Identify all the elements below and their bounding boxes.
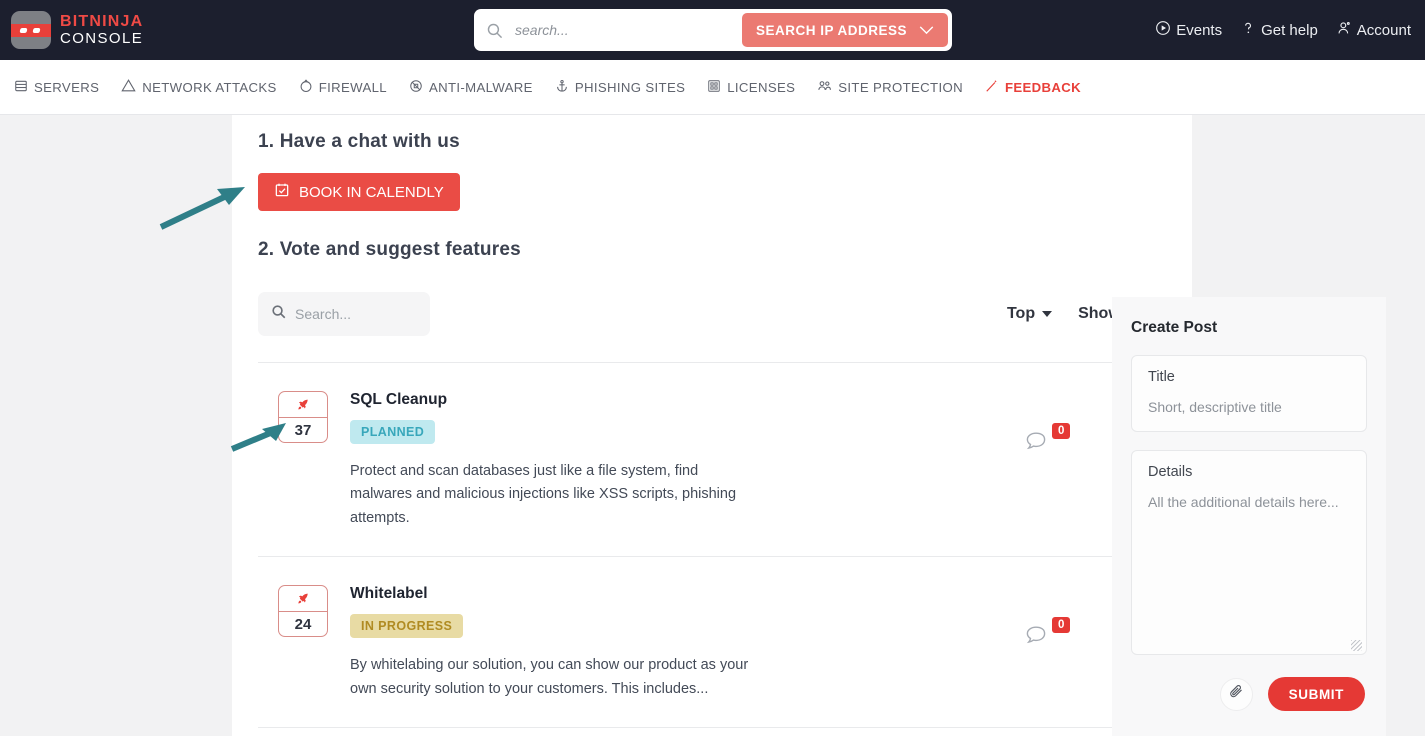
search-icon <box>271 304 286 324</box>
sub-nav: SERVERS NETWORK ATTACKS FIREWALL ANTI-MA… <box>0 60 1425 115</box>
subnav-item-feedback[interactable]: FEEDBACK <box>985 79 1081 96</box>
sort-dropdown[interactable]: Top <box>1006 305 1053 323</box>
post-item: 37 SQL Cleanup PLANNED Protect and scan … <box>258 363 1166 558</box>
details-field[interactable]: Details All the additional details here.… <box>1131 450 1367 655</box>
post-body: SQL Cleanup PLANNED Protect and scan dat… <box>350 391 750 530</box>
post-body: Whitelabel IN PROGRESS By whitelabing ou… <box>350 585 750 701</box>
question-mark-icon <box>1240 20 1256 40</box>
top-nav-label-get-help: Get help <box>1261 21 1318 39</box>
comment-bubble-icon <box>1024 429 1048 458</box>
anchor-icon <box>555 79 569 96</box>
subnav-label-firewall: FIREWALL <box>318 79 387 95</box>
post-item: 24 Whitelabel IN PROGRESS By whitelabing… <box>258 557 1166 729</box>
post-comments[interactable]: 0 <box>1024 423 1071 458</box>
rocket-icon <box>279 586 327 613</box>
post-description: Protect and scan databases just like a f… <box>350 463 737 526</box>
chevron-down-icon <box>1042 311 1053 317</box>
vote-count: 24 <box>294 616 312 634</box>
vote-button[interactable]: 37 <box>278 391 328 443</box>
magic-wand-icon <box>985 79 999 96</box>
subnav-label-anti-malware: ANTI-MALWARE <box>428 79 533 95</box>
create-post-actions: SUBMIT <box>1131 677 1367 711</box>
attach-file-button[interactable] <box>1219 677 1253 711</box>
comment-count-badge: 0 <box>1052 617 1071 634</box>
vote-button[interactable]: 24 <box>278 585 328 638</box>
subnav-label-phishing-sites: PHISHING SITES <box>574 79 686 95</box>
warning-triangle-icon <box>121 78 136 96</box>
step-2-heading: 2. Vote and suggest features <box>258 239 521 260</box>
paperclip-icon <box>1229 684 1244 704</box>
top-nav: Events Get help Account <box>1155 0 1411 60</box>
sort-dropdown-label: Top <box>1006 305 1036 322</box>
status-badge: IN PROGRESS <box>350 614 464 639</box>
subnav-label-network-attacks: NETWORK ATTACKS <box>142 79 277 95</box>
brand-logo[interactable]: BITNINJA CONSOLE <box>11 11 143 49</box>
subnav-label-site-protection: SITE PROTECTION <box>838 79 963 95</box>
details-field-label: Details <box>1148 464 1193 480</box>
details-field-placeholder: All the additional details here... <box>1148 494 1339 510</box>
global-search-bar: SEARCH IP ADDRESS <box>474 9 952 51</box>
post-description: By whitelabing our solution, you can sho… <box>350 657 749 697</box>
top-nav-item-get-help[interactable]: Get help <box>1240 20 1318 40</box>
play-circle-icon <box>1155 20 1171 40</box>
post-search-box <box>258 292 476 336</box>
title-field-placeholder: Short, descriptive title <box>1148 399 1282 415</box>
content-canvas: 1. Have a chat with us BOOK IN CALENDLY … <box>0 115 1425 736</box>
search-ip-address-button[interactable]: SEARCH IP ADDRESS <box>741 13 948 47</box>
search-ip-address-label: SEARCH IP ADDRESS <box>755 22 907 38</box>
book-in-calendly-button[interactable]: BOOK IN CALENDLY <box>258 173 460 211</box>
search-input[interactable] <box>503 9 742 51</box>
page-root: BITNINJA CONSOLE SEARCH IP ADDRESS <box>0 0 1425 736</box>
top-nav-item-events[interactable]: Events <box>1155 20 1222 40</box>
subnav-item-licenses[interactable]: LICENSES <box>707 79 795 96</box>
calendar-check-icon <box>274 182 290 202</box>
comment-bubble-icon <box>1024 623 1048 652</box>
subnav-item-firewall[interactable]: FIREWALL <box>299 78 387 96</box>
rocket-icon <box>279 392 327 418</box>
vote-count: 37 <box>294 422 312 439</box>
bug-shield-icon <box>409 79 423 96</box>
title-field[interactable]: Title Short, descriptive title <box>1131 355 1367 432</box>
subnav-label-feedback: FEEDBACK <box>1004 79 1082 95</box>
brand-subtitle: CONSOLE <box>60 29 144 47</box>
servers-icon <box>14 79 28 96</box>
step-1-heading: 1. Have a chat with us <box>258 131 460 152</box>
search-icon <box>486 22 503 39</box>
comment-count-badge: 0 <box>1052 423 1071 439</box>
user-icon <box>1336 20 1352 40</box>
top-nav-label-events: Events <box>1176 21 1223 39</box>
brand-name: BITNINJA <box>60 13 144 31</box>
status-badge: PLANNED <box>350 420 436 444</box>
post-search-input[interactable] <box>295 306 476 322</box>
grid-icon <box>707 79 721 96</box>
create-post-panel: Create Post Title Short, descriptive tit… <box>1112 297 1386 736</box>
textarea-resize-handle[interactable] <box>1351 640 1362 651</box>
submit-post-button[interactable]: SUBMIT <box>1267 677 1365 711</box>
users-icon <box>817 78 832 96</box>
top-nav-label-account: Account <box>1356 21 1411 39</box>
book-in-calendly-label: BOOK IN CALENDLY <box>299 183 444 201</box>
title-field-label: Title <box>1148 369 1175 385</box>
subnav-item-anti-malware[interactable]: ANTI-MALWARE <box>409 79 533 96</box>
top-nav-item-account[interactable]: Account <box>1336 20 1411 40</box>
subnav-label-servers: SERVERS <box>34 79 100 95</box>
chevron-down-icon <box>919 23 934 38</box>
subnav-item-network-attacks[interactable]: NETWORK ATTACKS <box>121 78 276 96</box>
bitninja-ninja-icon <box>11 11 51 49</box>
content-sheet: 1. Have a chat with us BOOK IN CALENDLY … <box>232 115 1386 736</box>
create-post-heading: Create Post <box>1131 319 1218 336</box>
filter-bar: Top Show all <box>258 292 1166 336</box>
post-comments[interactable]: 0 <box>1024 617 1071 652</box>
post-list: 37 SQL Cleanup PLANNED Protect and scan … <box>258 362 1166 729</box>
subnav-item-site-protection[interactable]: SITE PROTECTION <box>817 78 963 96</box>
subnav-item-phishing-sites[interactable]: PHISHING SITES <box>555 79 685 96</box>
subnav-item-servers[interactable]: SERVERS <box>14 79 99 96</box>
post-title[interactable]: Whitelabel <box>350 585 750 603</box>
firewall-icon <box>299 78 313 96</box>
post-title[interactable]: SQL Cleanup <box>350 391 750 409</box>
top-bar: BITNINJA CONSOLE SEARCH IP ADDRESS <box>0 0 1425 60</box>
subnav-label-licenses: LICENSES <box>727 79 796 95</box>
